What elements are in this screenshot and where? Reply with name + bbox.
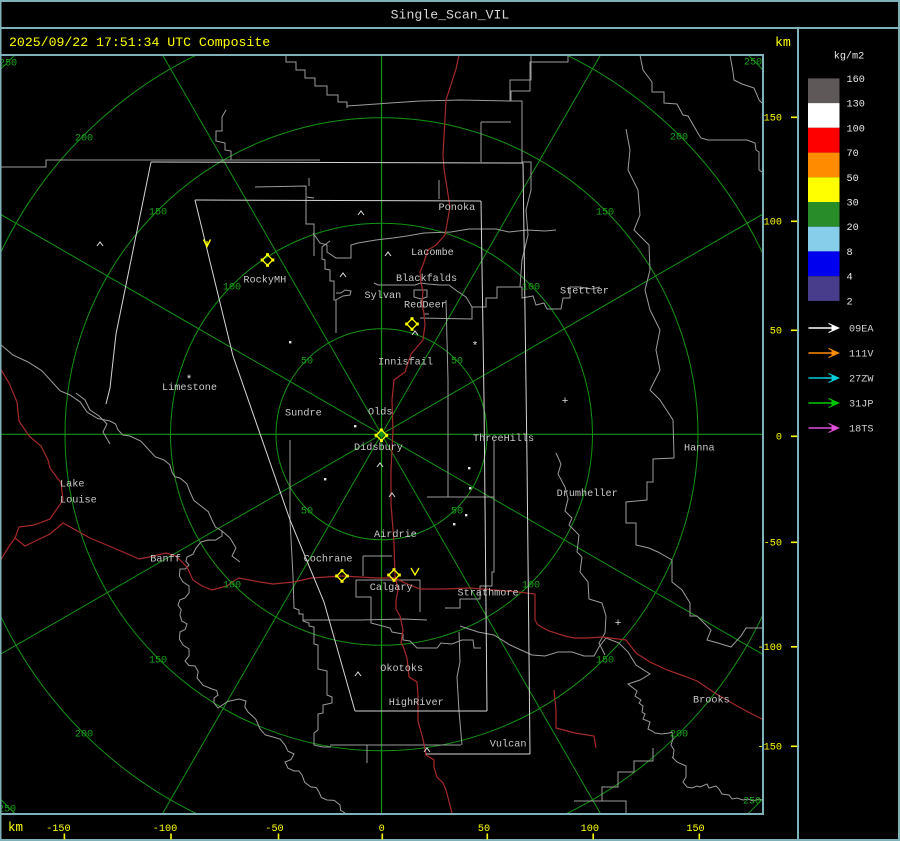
svg-text:Strathmore: Strathmore (458, 588, 519, 600)
svg-text:50: 50 (847, 174, 859, 185)
svg-text:-100: -100 (153, 824, 177, 835)
svg-text:Olds: Olds (368, 407, 392, 419)
svg-text:+: + (562, 396, 569, 408)
svg-text:kg/m2: kg/m2 (834, 51, 865, 63)
svg-text:70: 70 (847, 149, 859, 160)
svg-text:-150: -150 (758, 743, 782, 754)
svg-text:Okotoks: Okotoks (380, 663, 423, 675)
svg-text:0: 0 (379, 824, 385, 835)
svg-text:Brooks: Brooks (693, 695, 730, 707)
svg-text:150: 150 (764, 114, 782, 125)
svg-text:150: 150 (149, 656, 167, 667)
svg-text:150: 150 (149, 208, 167, 219)
svg-text:150: 150 (596, 656, 614, 667)
svg-text:50: 50 (770, 327, 782, 338)
svg-text:250: 250 (0, 59, 17, 70)
svg-text:50: 50 (451, 507, 463, 518)
svg-text:km: km (775, 35, 791, 50)
svg-text:100: 100 (223, 581, 241, 592)
svg-text:Sundre: Sundre (285, 408, 322, 420)
svg-text:Blackfalds: Blackfalds (396, 273, 457, 285)
svg-text:27ZW: 27ZW (849, 375, 874, 386)
svg-text:+: + (615, 618, 622, 630)
svg-text:100: 100 (581, 824, 599, 835)
svg-text:Lake: Lake (60, 479, 84, 491)
svg-text:200: 200 (75, 730, 93, 741)
svg-text:200: 200 (670, 133, 688, 144)
svg-text:8: 8 (847, 248, 853, 259)
svg-text:RockyMH: RockyMH (243, 275, 286, 287)
svg-text:20: 20 (847, 223, 859, 234)
svg-text:Lacombe: Lacombe (411, 247, 454, 259)
svg-text:-150: -150 (46, 824, 70, 835)
svg-text:100: 100 (764, 218, 782, 229)
svg-text:Drumheller: Drumheller (557, 488, 618, 500)
svg-text:150: 150 (686, 824, 704, 835)
svg-text:31JP: 31JP (849, 400, 873, 411)
svg-text:250: 250 (744, 58, 762, 69)
svg-text:Ponoka: Ponoka (439, 202, 476, 214)
svg-text:Stettler: Stettler (560, 286, 609, 298)
svg-text:Cochrane: Cochrane (304, 553, 353, 565)
svg-text:HighRiver: HighRiver (389, 697, 444, 709)
svg-text:50: 50 (478, 824, 490, 835)
svg-text:Single_Scan_VIL: Single_Scan_VIL (391, 8, 510, 23)
svg-text:RedDeer: RedDeer (404, 300, 447, 312)
svg-text:0: 0 (776, 433, 782, 444)
svg-text:200: 200 (670, 730, 688, 741)
svg-text:150: 150 (596, 208, 614, 219)
svg-text:km: km (8, 821, 23, 835)
svg-text:2: 2 (847, 297, 853, 308)
svg-text:4: 4 (847, 273, 853, 284)
svg-text:Innisfail: Innisfail (378, 357, 433, 369)
svg-text:-50: -50 (265, 824, 283, 835)
svg-text:160: 160 (847, 75, 865, 86)
svg-text:09EA: 09EA (849, 325, 874, 336)
svg-text:Hanna: Hanna (684, 444, 715, 455)
svg-text:200: 200 (75, 134, 93, 145)
svg-text:Banff: Banff (150, 554, 181, 566)
svg-text:Sylvan: Sylvan (365, 290, 402, 302)
svg-text:Vulcan: Vulcan (490, 738, 527, 750)
svg-text:Airdrie: Airdrie (374, 529, 417, 541)
svg-text:50: 50 (301, 357, 313, 368)
svg-text:50: 50 (451, 357, 463, 368)
svg-text:30: 30 (847, 199, 859, 210)
svg-text:Louise: Louise (60, 495, 97, 507)
svg-text:*: * (186, 375, 193, 387)
svg-text:130: 130 (847, 100, 865, 111)
svg-text:100: 100 (847, 124, 865, 135)
svg-text:50: 50 (301, 507, 313, 518)
svg-text:-100: -100 (758, 643, 782, 654)
svg-text:250: 250 (743, 797, 761, 808)
svg-text:Didsbury: Didsbury (354, 442, 403, 454)
svg-text:ThreeHills: ThreeHills (473, 433, 534, 445)
svg-text:Calgary: Calgary (370, 582, 413, 594)
svg-text:100: 100 (522, 283, 540, 294)
svg-text:100: 100 (522, 581, 540, 592)
svg-text:2025/09/22 17:51:34 UTC Compos: 2025/09/22 17:51:34 UTC Composite (9, 35, 270, 50)
svg-text:100: 100 (223, 283, 241, 294)
svg-text:-50: -50 (764, 539, 782, 550)
svg-text:*: * (472, 341, 479, 353)
svg-text:18TS: 18TS (849, 425, 873, 436)
svg-text:111V: 111V (849, 350, 874, 361)
